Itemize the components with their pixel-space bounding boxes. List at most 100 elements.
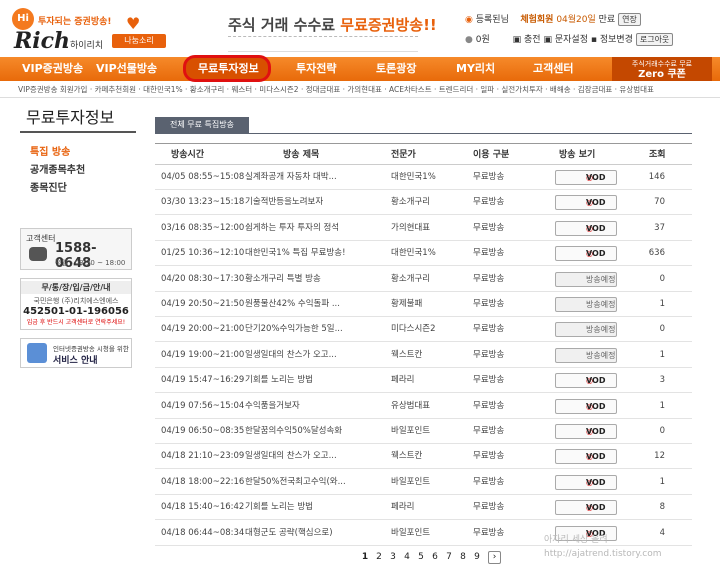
cell-time: 04/19 07:56~15:04 (161, 400, 245, 411)
account-number: 452501-01-196056 (23, 306, 129, 317)
cell-title[interactable]: 수익품을거보자 (245, 394, 300, 419)
nav-strategy[interactable]: 투자전략 (296, 57, 336, 81)
nav-my-rich[interactable]: MY리치 (456, 57, 495, 81)
edit-info-link[interactable]: 정보변경 (600, 35, 633, 45)
scheduled-button[interactable]: 방송예정 (555, 297, 617, 312)
zero-coupon-banner[interactable]: 주식거래수수료 무료 Zero 쿠폰 (612, 57, 712, 81)
banner-highlight: 무료증권방송!! (340, 16, 437, 34)
table-row: 04/19 20:00~21:00 단기20%수익가능한 5일... 미다스시즌2 무… (155, 317, 692, 343)
tab-all-free-special[interactable]: 전체 무료 특집방송 (155, 117, 249, 133)
cell-expert: 대한민국1% (391, 248, 436, 259)
page-link[interactable]: 7 (442, 552, 456, 562)
cell-title[interactable]: 단기20%수익가능한 5일... (245, 317, 343, 342)
cell-type: 무료방송 (473, 375, 505, 386)
cell-time: 04/18 15:40~16:42 (161, 502, 245, 513)
share-sound-link[interactable]: ♥ 나눔소리 (112, 16, 168, 50)
guide-small: 인터넷증권방송 시청을 위한 (53, 345, 129, 353)
page-link[interactable]: 8 (456, 552, 470, 562)
cell-expert: 페라리 (391, 375, 415, 386)
page-link[interactable]: 2 (372, 552, 386, 562)
scheduled-button[interactable]: 방송예정 (555, 322, 617, 338)
vod-button[interactable]: ◎ VOD (555, 500, 617, 516)
share-sound-label: 나눔소리 (112, 34, 166, 48)
table-row: 01/25 10:36~12:10 대한민국1% 특집 무료방송! 대한민국1% 무료… (155, 241, 692, 267)
vod-button[interactable]: ◎ VOD (555, 424, 617, 439)
member-type: 체험회원 (520, 15, 554, 25)
cell-title[interactable]: 쉽게하는 투자 투자의 정석 (245, 216, 339, 241)
cell-title[interactable]: 일생일대의 찬스가 오고... (245, 343, 337, 368)
cell-title[interactable]: 실계좌공개 자동차 대박... (245, 165, 337, 190)
page-link[interactable]: 9 (470, 552, 484, 562)
page-link[interactable]: 3 (386, 552, 400, 562)
nav-vip-stock[interactable]: VIP증권방송 (22, 57, 83, 81)
cell-title[interactable]: 일생일대의 찬스가 오고... (245, 444, 337, 469)
nav-customer-center[interactable]: 고객센터 (533, 57, 573, 81)
vod-button[interactable]: ◎ VOD (555, 449, 617, 465)
service-guide-link[interactable]: 인터넷증권방송 시청을 위한 서비스 안내 (20, 338, 132, 368)
cell-title[interactable]: 기술적반등을노려보자 (245, 190, 323, 215)
nav-forum[interactable]: 토론광장 (376, 57, 416, 81)
vod-button[interactable]: ◎ VOD (555, 195, 617, 211)
page-link[interactable]: 1 (358, 552, 372, 562)
vod-button[interactable]: ◎ VOD (555, 220, 617, 236)
table-row: 04/19 15:47~16:29 기회를 노리는 방법 페라리 무료방송 ◎ VOD 3 (155, 368, 692, 394)
nav-free-info[interactable]: 무료투자정보 (198, 57, 259, 81)
cell-title[interactable]: 한달50%전국최고수익(와... (245, 470, 346, 495)
cell-title[interactable]: 대한민국1% 특집 무료방송! (245, 241, 346, 266)
promo-banner[interactable]: 주식 거래 수수료 무료증권방송!! (228, 14, 437, 52)
logo-korean-name: 하이리치 (70, 41, 104, 51)
cell-title[interactable]: 대형군도 공략(핵심으로) (245, 521, 333, 546)
bank-account-box: 무/통/장/입/금/안/내 국민은행 (주)리치에스엔에스 452501-01-… (20, 278, 132, 330)
cell-title[interactable]: 한달꿈의수익50%달성속화 (245, 419, 342, 444)
cell-views: 1 (659, 299, 665, 309)
expert-subnav[interactable]: VIP증권방송 회원가입 · 카페추천회원 · 대한민국1% · 황소개구리 ·… (0, 82, 720, 98)
sidebar-item-diagnosis[interactable]: 종목진단 (30, 179, 67, 194)
vod-button[interactable]: ◎ VOD (555, 373, 617, 389)
scheduled-button[interactable]: 방송예정 (555, 271, 617, 287)
cell-expert: 바일포인트 (391, 426, 431, 436)
next-page-button[interactable]: › (488, 551, 501, 564)
support-hours: 평일 : 08:30 ~ 18:00 (55, 259, 126, 267)
sms-settings-link[interactable]: 문자설정 (555, 35, 588, 45)
cell-type: 무료방송 (473, 197, 505, 208)
cell-title[interactable]: 황소개구리 특별 방송 (245, 267, 321, 292)
page-link[interactable]: 6 (428, 552, 442, 562)
user-panel: ◉ 등록된님 체험회원 04월20일 만료 연장 ● 0원 ▣ 충전 ▣ 문자설… (465, 8, 700, 50)
table-row: 04/19 19:00~21:00 일생일대의 찬스가 오고... 웩스트칸 무료방송… (155, 343, 692, 368)
scheduled-button[interactable]: 방송예정 (555, 347, 617, 363)
table-row: 03/30 13:23~15:18 기술적반등을노려보자 황소개구리 무료방송 ◎ VOD… (155, 190, 692, 216)
table-header: 방송시간 방송 제목 전문가 이용 구분 방송 보기 조회 (155, 143, 692, 165)
sidebar-item-special[interactable]: 특집 방송 (30, 143, 70, 158)
cell-views: 636 (648, 248, 665, 259)
cell-type: 무료방송 (473, 299, 505, 309)
charge-link[interactable]: 충전 (524, 35, 541, 45)
banner-prefix: 주식 거래 수수료 (228, 16, 341, 34)
vod-button[interactable]: ◎ VOD (555, 170, 617, 185)
cell-title[interactable]: 기회를 노리는 방법 (245, 495, 313, 520)
cell-time: 04/19 20:50~21:50 (161, 299, 245, 309)
sms-icon: ▣ (543, 35, 552, 45)
phone-icon (29, 247, 47, 261)
vod-button[interactable]: ◎ VOD (555, 246, 617, 262)
nav-vip-futures[interactable]: VIP선물방송 (96, 57, 157, 81)
cell-title[interactable]: 원풍물산42% 수익돌파 ... (245, 292, 340, 317)
cell-views: 8 (659, 502, 665, 513)
page-link[interactable]: 5 (414, 552, 428, 562)
sidebar-item-recommend[interactable]: 공개종목추천 (30, 161, 85, 176)
vod-button[interactable]: ◎ VOD (555, 474, 617, 490)
page-link[interactable]: 4 (400, 552, 414, 562)
action-label: VOD (586, 427, 606, 436)
cell-time: 03/30 13:23~15:18 (161, 197, 245, 208)
table-row: 04/05 08:55~15:08 실계좌공개 자동차 대박... 대한민국1% 무료… (155, 165, 692, 190)
vod-button[interactable]: ◎ VOD (555, 398, 617, 414)
cell-time: 03/16 08:35~12:00 (161, 222, 245, 233)
user-icon: ◉ (465, 15, 473, 25)
action-label: VOD (586, 503, 606, 513)
logout-button[interactable]: 로그아웃 (635, 33, 674, 46)
cell-views: 12 (654, 451, 665, 462)
cell-expert: 바일포인트 (391, 527, 431, 538)
account-note: 입금 후 반드시 고객센터로 연락주세요! (26, 319, 126, 326)
cell-title[interactable]: 기회를 노리는 방법 (245, 368, 313, 393)
extend-button[interactable]: 연장 (618, 13, 641, 26)
charge-icon: ▣ (512, 35, 522, 45)
